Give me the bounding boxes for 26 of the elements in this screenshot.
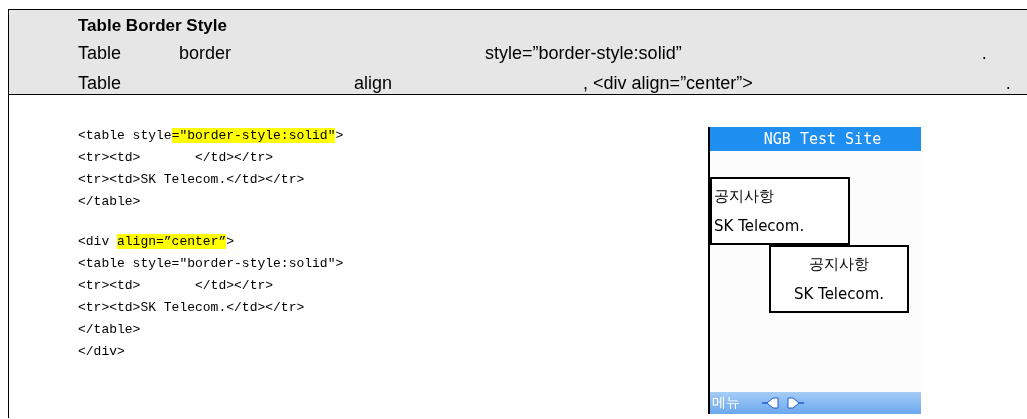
code-line: <tr><td> </td></tr> [78,277,275,295]
code-line: </table> [78,193,142,211]
header-text: . [1005,72,1011,95]
header-text: align [354,72,393,95]
screen-title-bar: NGB Test Site [710,127,921,151]
left-right-arrows-icon [762,397,804,409]
header-text: style=”border-style:solid” [485,42,682,65]
code-line: <tr><td>SK Telecom.</td></tr> [78,299,306,317]
header-text: border [179,42,232,65]
table-cell-text: 공지사항 [713,186,775,207]
code-line: </div> [78,343,126,361]
header-text: , <div align=”center”> [583,72,753,95]
table-cell-text: 공지사항 [808,254,870,275]
code-line: <tr><td> </td></tr> [78,149,275,167]
table-cell-text: SK Telecom. [713,216,806,237]
section-title: Table Border Style [78,15,228,37]
header-text: . [981,42,987,65]
softkey-label[interactable]: 메뉴 [710,394,740,412]
table-cell-text: SK Telecom. [792,284,886,305]
code-line: <table style="border-style:solid"> [78,255,345,273]
code-line: <div align=”center”> [78,233,236,251]
header-text: Table [78,72,122,95]
code-line: <table style="border-style:solid"> [78,127,345,145]
header-text: Table [78,42,122,65]
code-line: </table> [78,321,142,339]
code-line: <tr><td>SK Telecom.</td></tr> [78,171,306,189]
